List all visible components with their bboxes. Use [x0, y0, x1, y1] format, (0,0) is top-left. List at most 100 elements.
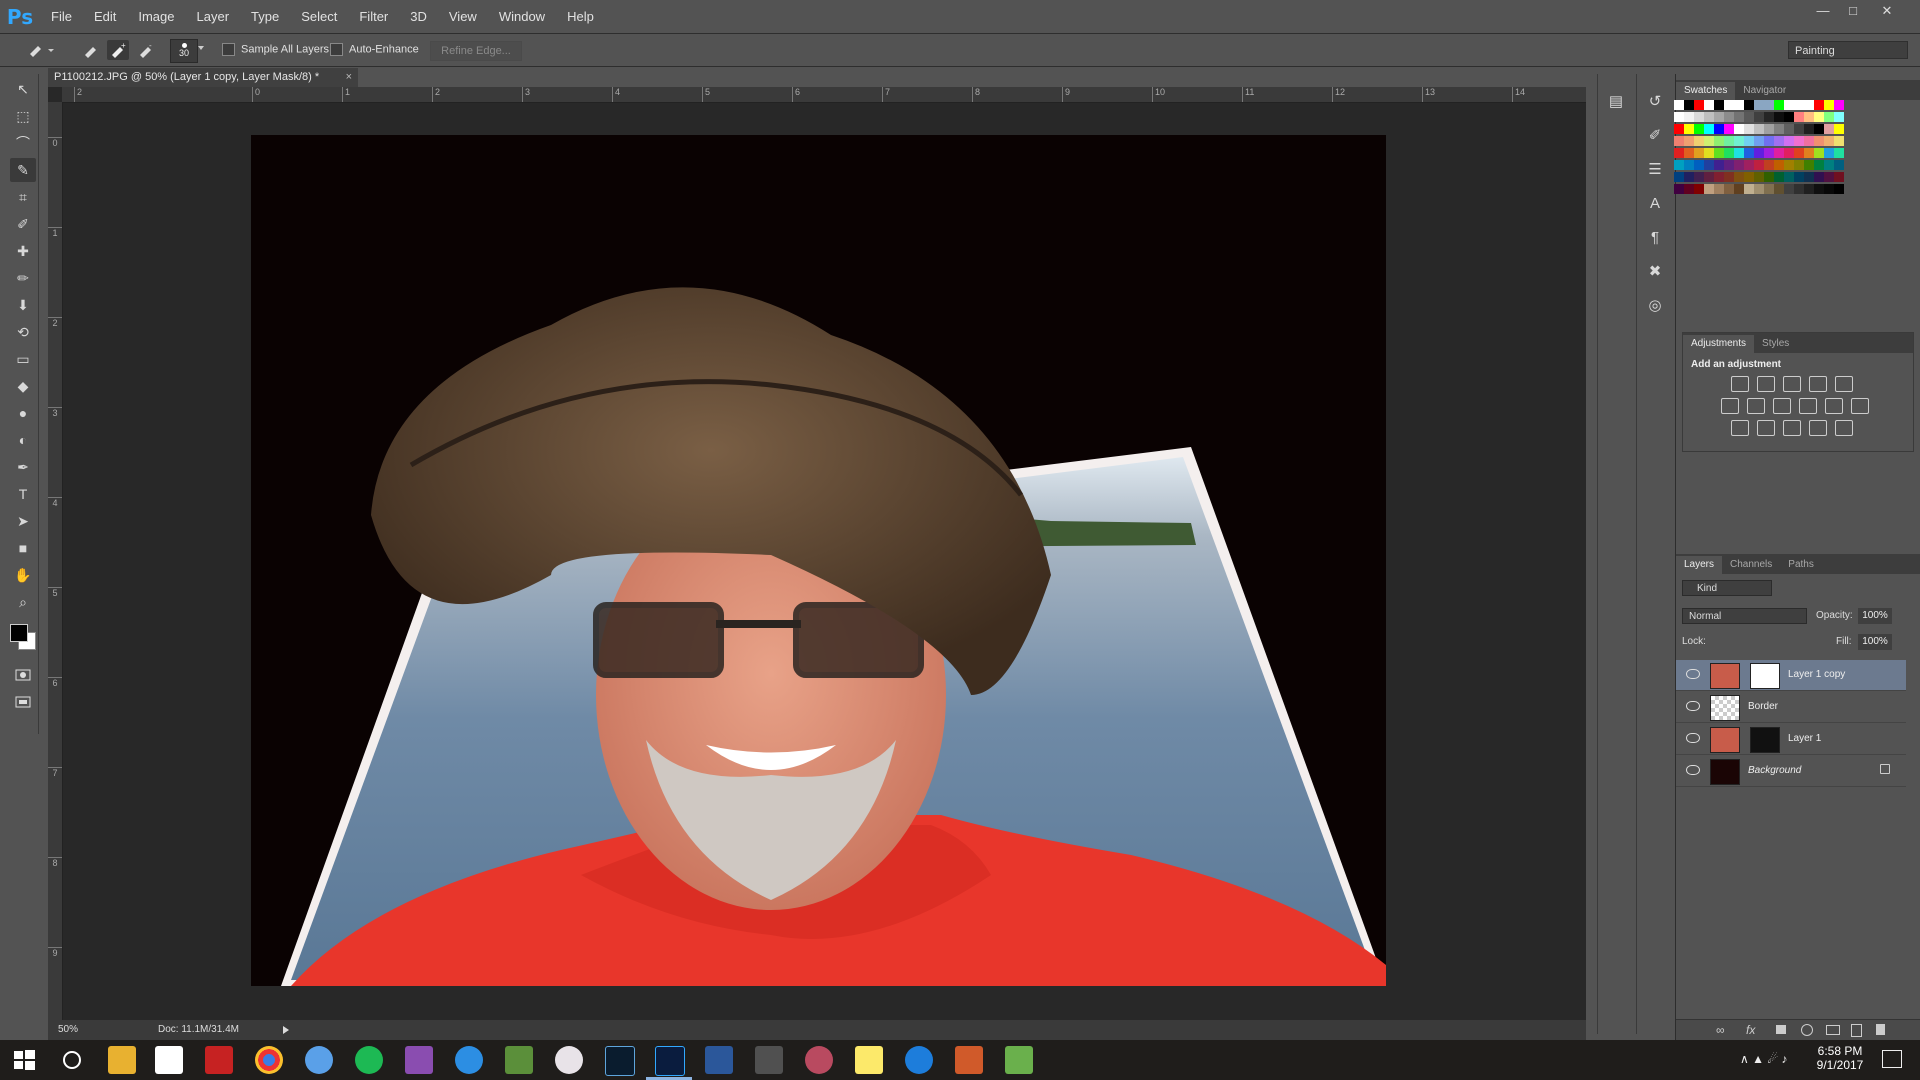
eye-icon[interactable]	[1686, 701, 1700, 711]
tab-paths[interactable]: Paths	[1780, 556, 1822, 574]
fill-input[interactable]: 100%	[1858, 634, 1892, 650]
color-swatch[interactable]	[1754, 136, 1764, 146]
fx-icon[interactable]: fx	[1746, 1023, 1755, 1037]
color-swatch[interactable]	[1694, 136, 1704, 146]
color-swatch[interactable]	[1824, 172, 1834, 182]
paragraph-icon[interactable]: ¶	[1641, 224, 1669, 250]
color-swatch[interactable]	[1704, 160, 1714, 170]
color-swatch[interactable]	[1704, 136, 1714, 146]
menu-image[interactable]: Image	[127, 0, 185, 33]
eraser-icon[interactable]: ▭	[10, 347, 36, 371]
color-swatch[interactable]	[1834, 136, 1844, 146]
color-swatch[interactable]	[1824, 148, 1834, 158]
color-swatch[interactable]	[1704, 148, 1714, 158]
color-swatch[interactable]	[1684, 172, 1694, 182]
status-menu-icon[interactable]	[283, 1026, 289, 1034]
color-swatch[interactable]	[1734, 136, 1744, 146]
word-icon[interactable]	[705, 1046, 733, 1074]
app-colorful-icon[interactable]	[805, 1046, 833, 1074]
color-swatch[interactable]	[1724, 124, 1734, 134]
menu-layer[interactable]: Layer	[186, 0, 241, 33]
color-swatch[interactable]	[1694, 160, 1704, 170]
color-swatch[interactable]	[1734, 184, 1744, 194]
color-swatch[interactable]	[1674, 184, 1684, 194]
color-swatch[interactable]	[1824, 124, 1834, 134]
color-swatch[interactable]	[1804, 148, 1814, 158]
maximize-button[interactable]: □	[1840, 2, 1866, 20]
color-swatch[interactable]	[1684, 112, 1694, 122]
color-swatch[interactable]	[1674, 112, 1684, 122]
color-swatch[interactable]	[1814, 148, 1824, 158]
layer-filter-select[interactable]: Kind	[1682, 580, 1772, 596]
color-swatch[interactable]	[1744, 172, 1754, 182]
black-white-icon[interactable]	[1773, 398, 1791, 414]
screen-mode-icon[interactable]	[10, 690, 36, 714]
game-icon[interactable]	[755, 1046, 783, 1074]
color-swatch[interactable]	[1784, 112, 1794, 122]
close-tab-icon[interactable]: ×	[346, 68, 352, 87]
color-swatch[interactable]	[1754, 124, 1764, 134]
color-swatch[interactable]	[1794, 112, 1804, 122]
cortana-icon[interactable]	[58, 1046, 86, 1074]
tools-icon[interactable]: ✖	[1641, 258, 1669, 284]
color-swatch[interactable]	[1694, 112, 1704, 122]
color-swatch[interactable]	[1754, 160, 1764, 170]
color-swatch[interactable]	[1834, 172, 1844, 182]
actions-icon[interactable]: ☰	[1641, 156, 1669, 182]
color-swatch[interactable]	[1834, 112, 1844, 122]
quick-mask-icon[interactable]	[10, 663, 36, 687]
color-swatch[interactable]	[1744, 112, 1754, 122]
character-icon[interactable]: A	[1641, 190, 1669, 216]
photo-filter-icon[interactable]	[1799, 398, 1817, 414]
color-swatch[interactable]	[1834, 124, 1844, 134]
color-swatch[interactable]	[1794, 100, 1804, 110]
paint-bucket-icon[interactable]: ◆	[10, 374, 36, 398]
color-swatch[interactable]	[1694, 124, 1704, 134]
move-icon[interactable]: ↖	[10, 77, 36, 101]
brush-icon[interactable]: ✏	[10, 266, 36, 290]
type-icon[interactable]: T	[10, 482, 36, 506]
color-swatch[interactable]	[1674, 172, 1684, 182]
color-swatch[interactable]	[1744, 100, 1754, 110]
app-pink-icon[interactable]	[555, 1046, 583, 1074]
minimize-button[interactable]: —	[1810, 2, 1836, 20]
edge-icon[interactable]	[905, 1046, 933, 1074]
workspace-switcher[interactable]: Painting	[1788, 41, 1908, 59]
color-swatch[interactable]	[1734, 124, 1744, 134]
shape-icon[interactable]: ■	[10, 536, 36, 560]
start-icon[interactable]	[10, 1046, 38, 1074]
color-swatch[interactable]	[1774, 136, 1784, 146]
color-swatch[interactable]	[1804, 184, 1814, 194]
color-swatch[interactable]	[1784, 136, 1794, 146]
color-swatch[interactable]	[1744, 184, 1754, 194]
color-swatch[interactable]	[1774, 112, 1784, 122]
color-swatch[interactable]	[1734, 100, 1744, 110]
color-swatch[interactable]	[1694, 148, 1704, 158]
color-swatch[interactable]	[1754, 148, 1764, 158]
color-swatch[interactable]	[1754, 172, 1764, 182]
menu-filter[interactable]: Filter	[348, 0, 399, 33]
color-swatch[interactable]	[1754, 184, 1764, 194]
color-swatch[interactable]	[1704, 184, 1714, 194]
hue-saturation-icon[interactable]	[1721, 398, 1739, 414]
color-swatch[interactable]	[1814, 136, 1824, 146]
color-swatch[interactable]	[1804, 160, 1814, 170]
color-swatch[interactable]	[1804, 112, 1814, 122]
menu-select[interactable]: Select	[290, 0, 348, 33]
power-icon[interactable]	[205, 1046, 233, 1074]
eyedropper-icon[interactable]: ✐	[10, 212, 36, 236]
sample-all-layers-checkbox[interactable]: Sample All Layers	[222, 43, 329, 56]
tab-adjustments[interactable]: Adjustments	[1683, 335, 1755, 353]
auto-enhance-checkbox[interactable]: Auto-Enhance	[330, 43, 419, 56]
color-swatch[interactable]	[1814, 124, 1824, 134]
posterize-icon[interactable]	[1757, 420, 1775, 436]
zoom-icon[interactable]: ⌕	[10, 590, 36, 614]
color-swatch[interactable]	[1704, 124, 1714, 134]
subtract-from-selection-icon[interactable]: -	[135, 40, 157, 60]
clone-stamp-icon[interactable]: ⬇	[10, 293, 36, 317]
menu-help[interactable]: Help	[556, 0, 605, 33]
blur-icon[interactable]: ●	[10, 401, 36, 425]
color-swatch[interactable]	[1744, 160, 1754, 170]
spotify-icon[interactable]	[355, 1046, 383, 1074]
color-balance-icon[interactable]	[1747, 398, 1765, 414]
